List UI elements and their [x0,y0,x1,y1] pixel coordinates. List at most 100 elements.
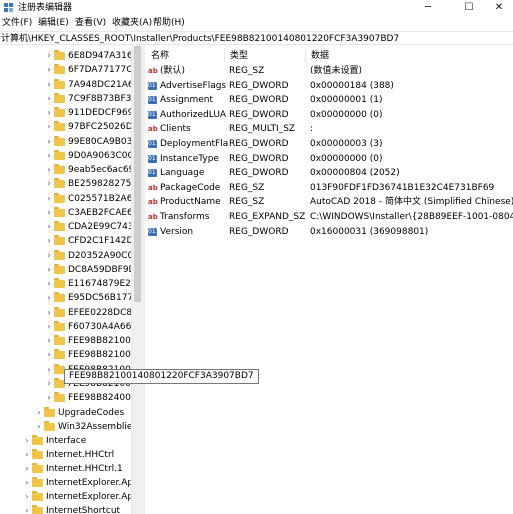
tree-item[interactable]: › UpgradeCodes [0,406,143,420]
tree-item[interactable]: › 7A948DC21A68 [0,78,143,92]
registry-value-row[interactable]: 011 Language REG_DWORD 0x00000804 (2052) [145,166,513,180]
chevron-right-icon[interactable]: › [45,363,53,377]
tree-item[interactable]: › 6F7DA77177C9 [0,63,143,77]
tree-item[interactable]: › EFEE0228DC83 [0,306,143,320]
chevron-right-icon[interactable]: › [45,163,53,177]
menu-edit[interactable]: 编辑(E) [38,17,69,30]
chevron-right-icon[interactable]: › [45,306,53,320]
chevron-right-icon[interactable]: › [45,192,53,206]
tree-item[interactable]: › Win32Assemblies [0,420,143,434]
chevron-right-icon[interactable]: › [45,92,53,106]
chevron-right-icon[interactable]: › [45,120,53,134]
tree-item[interactable]: › Internet.HHCtrl.1 [0,462,143,476]
tree-item[interactable]: › Internet.HHCtrl [0,448,143,462]
address-path[interactable]: 计算机\HKEY_CLASSES_ROOT\Installer\Products… [1,33,399,45]
value-data: 0x00000001 (1) [310,95,383,106]
chevron-right-icon[interactable]: › [45,249,53,263]
registry-value-row[interactable]: 011 AdvertiseFlags REG_DWORD 0x00000184 (38… [145,79,513,93]
registry-value-row[interactable]: 011 Assignment REG_DWORD 0x00000001 (1) [145,93,513,107]
chevron-right-icon[interactable]: › [45,334,53,348]
tree-item[interactable]: › FEE98B8210010 [0,348,143,362]
chevron-right-icon[interactable]: › [45,149,53,163]
chevron-right-icon[interactable]: › [45,277,53,291]
registry-value-row[interactable]: ab Clients REG_MULTI_SZ: [145,122,513,136]
chevron-right-icon[interactable]: › [23,490,31,504]
folder-icon [54,78,65,89]
column-separator[interactable] [305,48,306,62]
menu-file[interactable]: 文件(F) [2,17,32,30]
chevron-right-icon[interactable]: › [45,291,53,305]
tree-item[interactable]: › C3AEB2FCAE62 [0,206,143,220]
tree-scrollbar-thumb[interactable] [134,46,141,302]
value-type: REG_EXPAND_SZ [229,212,306,222]
chevron-right-icon[interactable]: › [23,448,31,462]
chevron-right-icon[interactable]: › [45,206,53,220]
tree-item[interactable]: › 9eab5ec6ac69 [0,163,143,177]
chevron-right-icon[interactable]: › [45,177,53,191]
registry-value-row[interactable]: 011 InstanceType REG_DWORD 0x00000000 (0) [145,152,513,166]
tree-item[interactable]: › E11674879E297 [0,277,143,291]
column-header-name[interactable]: 名称 [151,50,169,62]
chevron-right-icon[interactable]: › [45,106,53,120]
chevron-right-icon[interactable]: › [35,420,43,434]
registry-value-row[interactable]: ab ProductName REG_SZ AutoCAD 2018 - 简体中文 (… [145,195,513,209]
registry-value-row[interactable]: 011 AuthorizedLUA REG_DWORD 0x00000000 (0) [145,108,513,122]
tree-item[interactable]: › 97BFC25026D9 [0,120,143,134]
chevron-right-icon[interactable]: › [23,434,31,448]
tree-item[interactable]: › 99E80CA9B032 [0,135,143,149]
tree-item[interactable]: › InternetShortcut [0,504,143,514]
tree-item[interactable]: › Interface [0,434,143,448]
folder-icon [32,476,43,487]
registry-value-row[interactable]: 011 DeploymentFla REG_DWORD 0x00000003 (3) [145,137,513,151]
chevron-right-icon[interactable]: › [45,63,53,77]
address-bar[interactable]: 计算机\HKEY_CLASSES_ROOT\Installer\Products… [0,31,513,45]
tree-item[interactable]: › FEE98B8240010 [0,391,143,405]
chevron-right-icon[interactable]: › [45,135,53,149]
folder-icon [54,149,65,160]
chevron-right-icon[interactable]: › [45,320,53,334]
column-header-type[interactable]: 类型 [230,50,248,62]
menu-view[interactable]: 查看(V) [75,17,106,30]
tree-item[interactable]: › InternetExplorer.Appl [0,490,143,504]
chevron-right-icon[interactable]: › [45,348,53,362]
menu-help[interactable]: 帮助(H) [153,17,185,30]
chevron-right-icon[interactable]: › [45,220,53,234]
chevron-right-icon[interactable]: › [23,476,31,490]
chevron-right-icon[interactable]: › [45,78,53,92]
registry-value-row[interactable]: 011 Version REG_DWORD 0x16000031 (369098801… [145,225,513,239]
menu-favorites[interactable]: 收藏夹(A) [112,17,152,30]
tree-item[interactable]: › C025571B2A68 [0,192,143,206]
chevron-right-icon[interactable]: › [45,377,53,391]
chevron-right-icon[interactable]: › [23,504,31,514]
tree-item[interactable]: › 911DEDCF969A [0,106,143,120]
tree-item[interactable]: › D20352A90C03 [0,249,143,263]
tree-scrollbar[interactable] [131,46,143,514]
tree-item[interactable]: › F60730A4A6667 [0,320,143,334]
tree-item[interactable]: › BE25982827556 [0,177,143,191]
chevron-right-icon[interactable]: › [45,234,53,248]
chevron-right-icon[interactable]: › [23,462,31,476]
tree-item[interactable]: › FEE98B8210010 [0,334,143,348]
chevron-right-icon[interactable]: › [45,263,53,277]
minimize-button[interactable]: ─ [411,0,445,16]
tree-item[interactable]: › InternetExplorer.Appl [0,476,143,490]
column-separator[interactable] [224,48,225,62]
tree-item-label: 7A948DC21A68 [68,79,140,90]
tree-item[interactable]: › DC8A59DBF9D1 [0,263,143,277]
registry-value-row[interactable]: ab PackageCode REG_SZ 013F90FDF1FD36741B1E3… [145,181,513,195]
maximize-button[interactable]: ☐ [452,0,486,16]
registry-value-row[interactable]: ab (默认) REG_SZ (数值未设置) [145,64,513,78]
tree-item[interactable]: › 9D0A9063C0CF [0,149,143,163]
registry-value-row[interactable]: ab Transforms REG_EXPAND_SZ C:\WINDOWS\Inst… [145,210,513,224]
chevron-right-icon[interactable]: › [45,391,53,405]
tree-item[interactable]: › 6E8D947A316B [0,49,143,63]
tree-item[interactable]: › CDA2E99C7430 [0,220,143,234]
tree-item[interactable]: › CFD2C1F142D2 [0,234,143,248]
chevron-right-icon[interactable]: › [45,49,53,63]
close-button[interactable]: ✕ [485,0,513,16]
value-data: AutoCAD 2018 - 简体中文 (Simplified Chinese) [310,197,513,208]
chevron-right-icon[interactable]: › [35,406,43,420]
column-header-data[interactable]: 数据 [311,50,329,62]
tree-item[interactable]: › 7C9F8B73BF303 [0,92,143,106]
tree-item[interactable]: › E95DC56B177A [0,291,143,305]
